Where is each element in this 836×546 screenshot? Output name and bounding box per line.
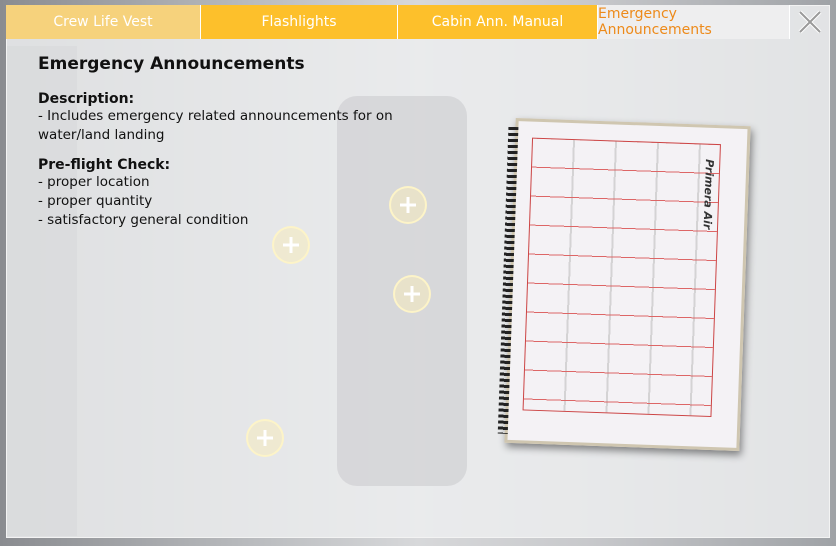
- plus-icon: [257, 430, 273, 446]
- callout-table-graphic: [522, 137, 721, 418]
- plus-icon: [400, 197, 416, 213]
- content-area: Emergency Announcements Description: - I…: [38, 54, 418, 242]
- airline-logo: Primera Air: [700, 158, 716, 230]
- close-button[interactable]: [796, 8, 824, 36]
- tab-flashlights[interactable]: Flashlights: [201, 5, 398, 39]
- tab-crew-life-vest[interactable]: Crew Life Vest: [6, 5, 201, 39]
- check-item: - satisfactory general condition: [38, 212, 249, 228]
- tab-cabin-ann-manual[interactable]: Cabin Ann. Manual: [398, 5, 598, 39]
- hotspot-button[interactable]: [389, 186, 427, 224]
- hotspot-button[interactable]: [246, 419, 284, 457]
- announcement-manual-image: Primera Air: [497, 117, 751, 452]
- page-title: Emergency Announcements: [38, 54, 305, 74]
- hotspot-button[interactable]: [393, 275, 431, 313]
- tab-bar: Crew Life Vest Flashlights Cabin Ann. Ma…: [6, 5, 790, 39]
- plus-icon: [283, 237, 299, 253]
- hotspot-button[interactable]: [272, 226, 310, 264]
- check-item: - proper location: [38, 174, 150, 190]
- close-x-icon: [798, 10, 822, 34]
- tab-emergency-announcements[interactable]: Emergency Announcements: [598, 5, 790, 39]
- description-heading: Description:: [38, 91, 135, 107]
- check-item: - proper quantity: [38, 193, 153, 209]
- preflight-heading: Pre-flight Check:: [38, 157, 171, 173]
- plus-icon: [404, 286, 420, 302]
- description-text: - Includes emergency related announcemen…: [38, 108, 393, 143]
